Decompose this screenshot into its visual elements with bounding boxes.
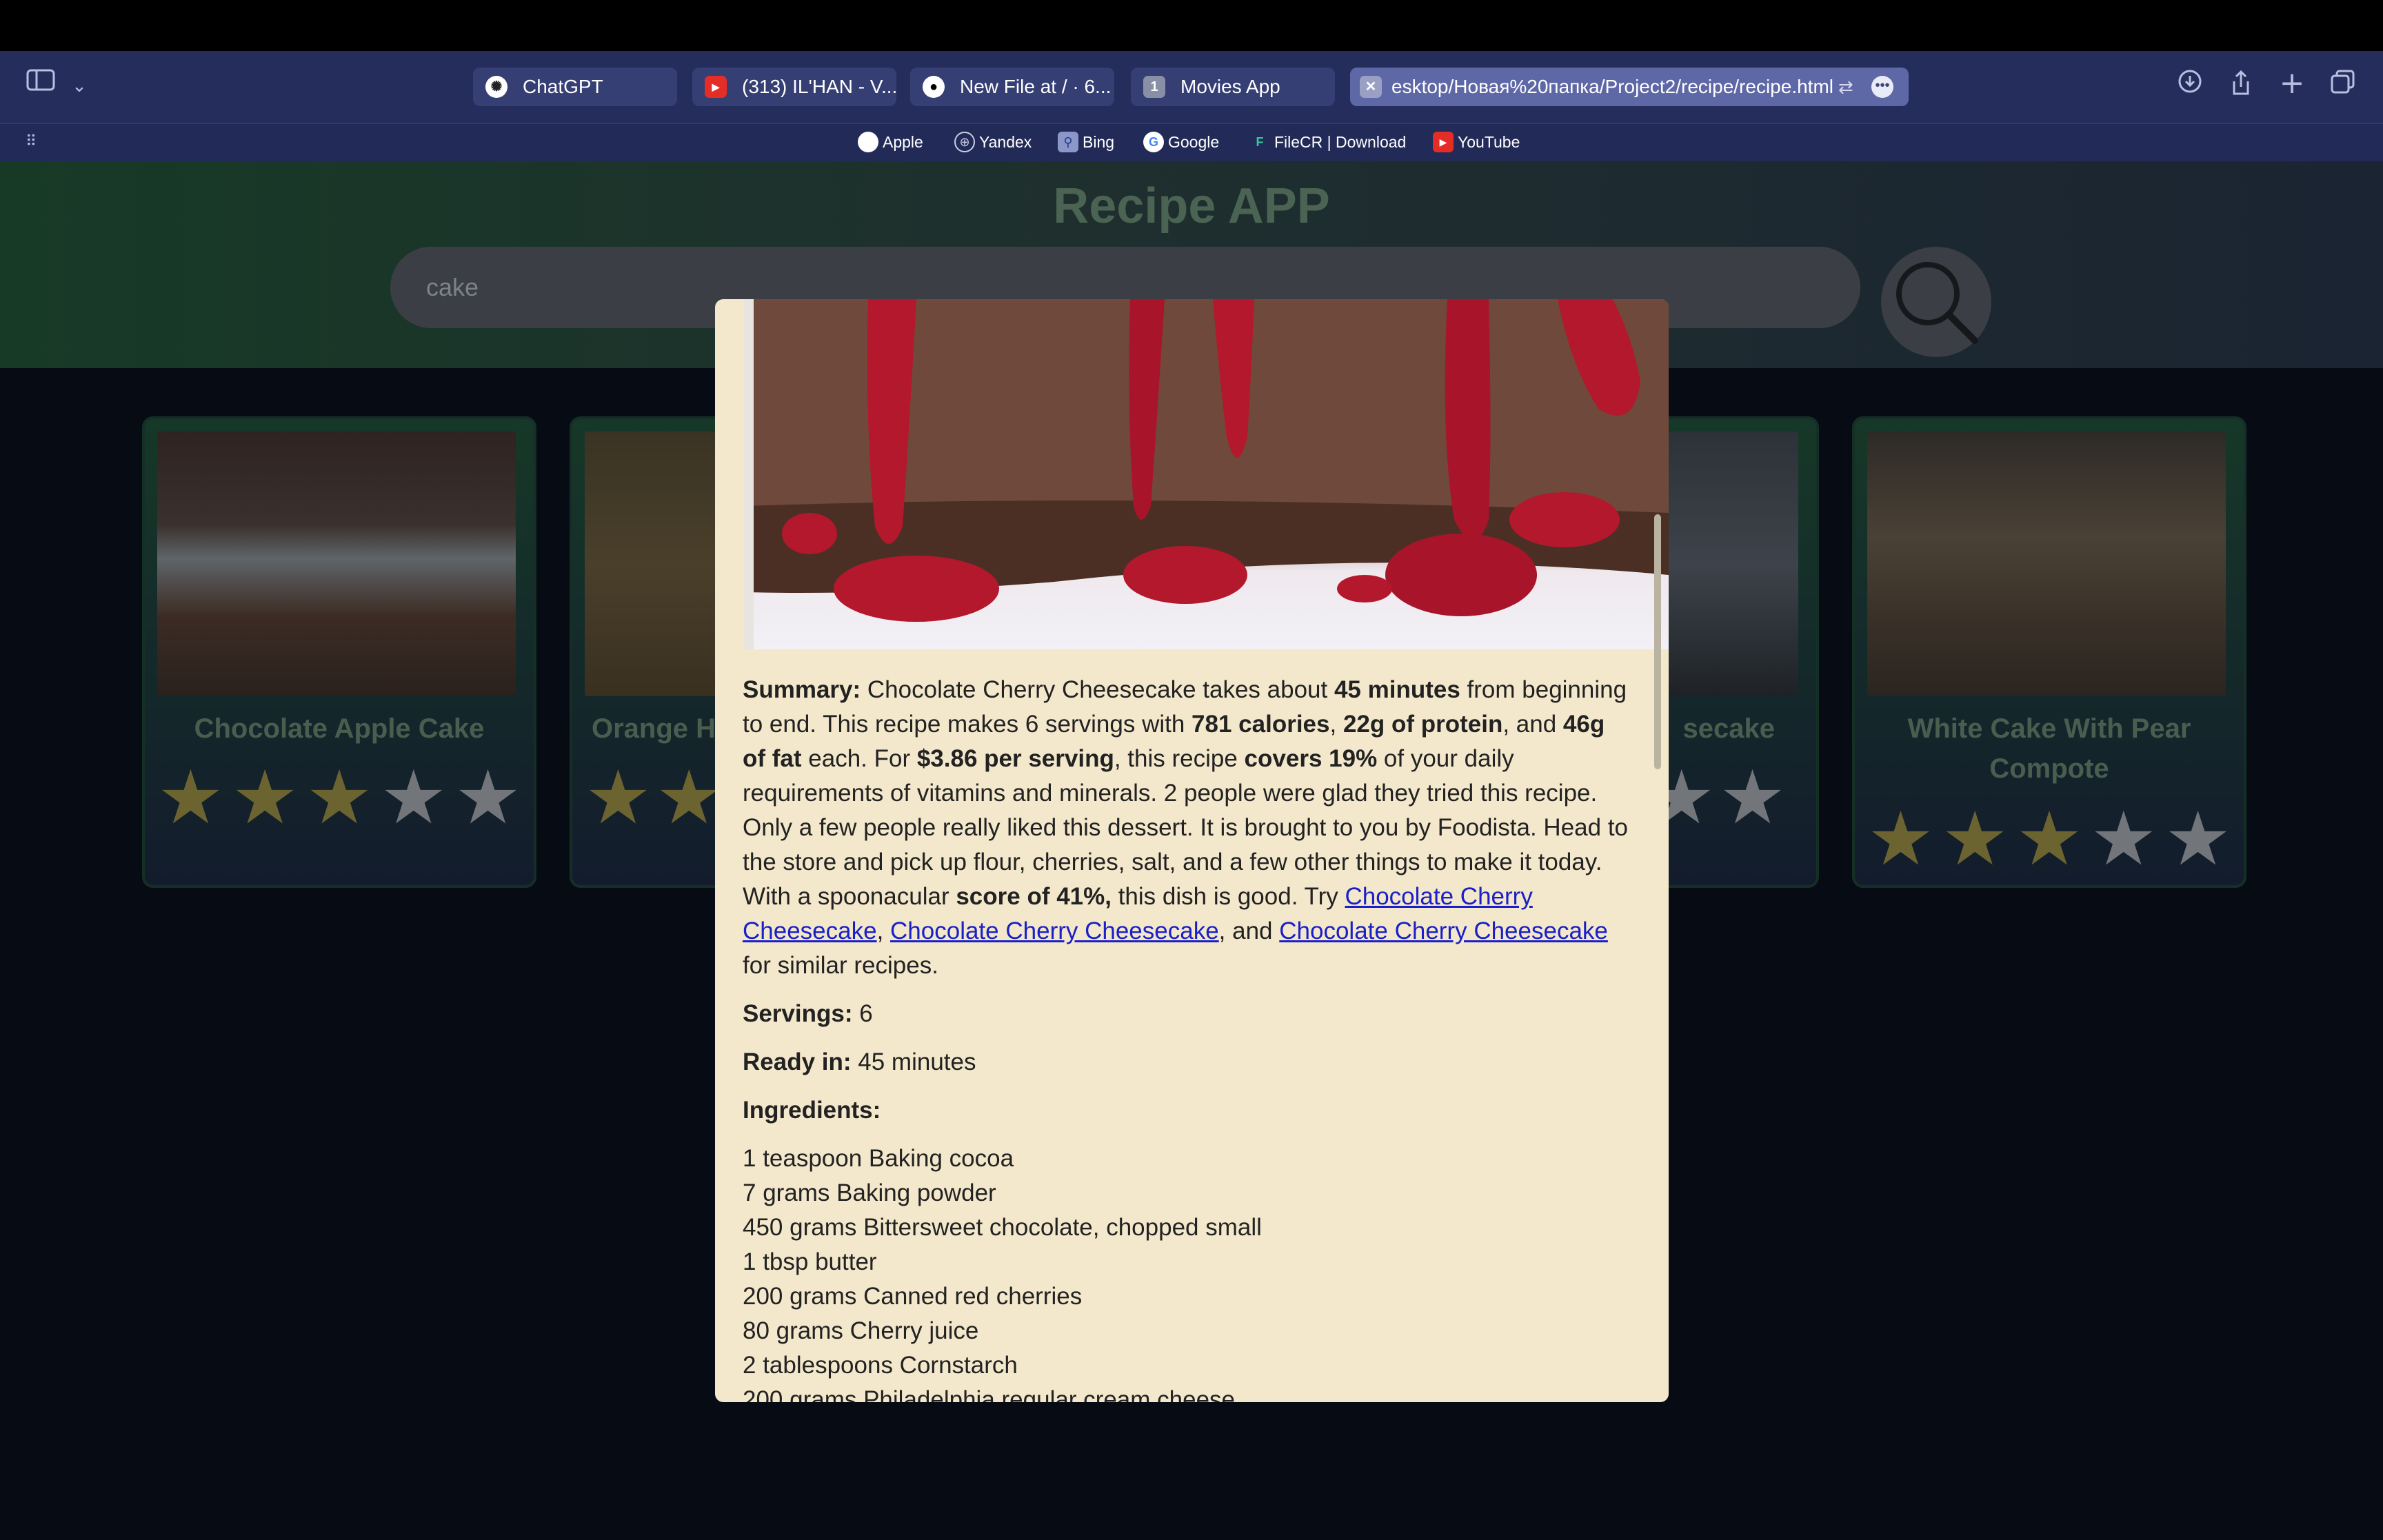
recipe-title: Chocolate Apple Cake <box>194 713 485 744</box>
star-icon: ★ <box>2015 796 2083 882</box>
recipe-details: Summary: Chocolate Cherry Cheesecake tak… <box>743 673 1632 1402</box>
share-icon[interactable] <box>2226 69 2256 106</box>
star-icon: ★ <box>1941 796 2009 882</box>
tab-chatgpt[interactable]: ✺ ChatGPT <box>473 68 677 106</box>
address-url[interactable]: esktop/Новая%20папка/Project2/recipe/rec… <box>1391 76 1833 97</box>
filecr-icon: F <box>1256 135 1264 149</box>
rating-stars: ★ ★ ★ ★ ★ <box>1867 802 2231 877</box>
screen-top-bar <box>0 0 2383 51</box>
new-tab-icon[interactable]: + <box>2277 66 2307 101</box>
close-icon[interactable]: ✕ <box>1360 76 1382 98</box>
recipe-image <box>1867 432 2226 696</box>
recipe-title: White Cake With Pear Compote <box>1907 713 2191 784</box>
summary-paragraph: Summary: Chocolate Cherry Cheesecake tak… <box>743 676 1629 979</box>
chatgpt-icon: ✺ <box>485 76 507 98</box>
tab-label: (313) IL'HAN - V... <box>742 76 896 97</box>
ingredients-list: 1 teaspoon Baking cocoa 7 grams Baking p… <box>743 1142 1632 1402</box>
google-icon: G <box>1143 132 1164 152</box>
bing-icon: ⚲ <box>1058 132 1078 152</box>
recipe-modal[interactable]: Summary: Chocolate Cherry Cheesecake tak… <box>715 299 1669 1402</box>
translate-icon[interactable]: ⇄ <box>1838 68 1853 106</box>
ingredient-item: 80 grams Cherry juice <box>743 1317 979 1344</box>
modal-scrollbar[interactable] <box>1654 514 1661 769</box>
ingredients-heading: Ingredients: <box>743 1097 881 1124</box>
star-icon: ★ <box>585 755 652 841</box>
cheesecake-image <box>744 299 1669 649</box>
search-icon <box>1896 262 1978 344</box>
servings-line: Servings: 6 <box>743 1000 873 1027</box>
ingredient-item: 1 tbsp butter <box>743 1248 877 1275</box>
recipe-photo <box>744 299 1669 649</box>
chevron-down-icon[interactable]: ⌄ <box>69 69 90 103</box>
bookmark-label: YouTube <box>1458 133 1520 151</box>
bookmark-filecr[interactable]: F FileCR | Download <box>1249 130 1407 154</box>
bookmark-apple[interactable]: Apple <box>858 130 923 154</box>
tab-label: New File at / · 6... <box>960 76 1112 97</box>
bookmark-yandex[interactable]: ⊕ Yandex <box>954 130 1032 154</box>
tab-movies-app[interactable]: 1 Movies App <box>1131 68 1335 106</box>
bookmark-label: FileCR | Download <box>1274 133 1407 151</box>
github-icon: ● <box>923 76 945 98</box>
similar-recipe-link-2[interactable]: Chocolate Cherry Cheesecake <box>890 918 1219 944</box>
tab-recipe-address[interactable]: ✕ esktop/Новая%20папка/Project2/recipe/r… <box>1350 68 1909 106</box>
star-icon: ★ <box>231 755 299 841</box>
bookmark-label: Apple <box>883 133 923 151</box>
ingredient-item: 200 grams Canned red cherries <box>743 1283 1083 1310</box>
star-icon: ★ <box>454 755 521 841</box>
youtube-icon: ▶ <box>705 76 727 98</box>
bookmark-youtube[interactable]: ▶ YouTube <box>1433 130 1520 154</box>
sidebar-toggle-icon[interactable] <box>26 68 57 102</box>
tab-label: ChatGPT <box>523 76 603 97</box>
ingredient-item: 200 grams Philadelphia regular cream che… <box>743 1386 1236 1402</box>
summary-label: Summary: <box>743 676 861 703</box>
apple-icon <box>858 132 878 152</box>
bookmark-google[interactable]: G Google <box>1143 130 1219 154</box>
star-icon: ★ <box>1719 755 1786 841</box>
tab-overview-icon[interactable] <box>2328 69 2358 105</box>
star-icon: ★ <box>2090 796 2158 882</box>
youtube-icon: ▶ <box>1433 132 1454 152</box>
recipe-card[interactable]: White Cake With Pear Compote ★ ★ ★ ★ ★ <box>1852 416 2246 888</box>
star-icon: ★ <box>1867 796 1934 882</box>
bookmark-label: Yandex <box>979 133 1032 151</box>
recipe-card[interactable]: Chocolate Apple Cake ★ ★ ★ ★ ★ <box>142 416 536 888</box>
star-icon: ★ <box>380 755 448 841</box>
ingredient-item: 2 tablespoons Cornstarch <box>743 1352 1018 1379</box>
search-button[interactable] <box>1881 247 1991 357</box>
bookmark-bing[interactable]: ⚲ Bing <box>1058 130 1114 154</box>
apps-grid-icon[interactable]: ⠿ <box>19 130 43 154</box>
similar-recipe-link-3[interactable]: Chocolate Cherry Cheesecake <box>1279 918 1608 944</box>
bookmark-label: Bing <box>1083 133 1115 151</box>
ready-in-line: Ready in: 45 minutes <box>743 1048 976 1075</box>
ingredient-item: 7 grams Baking powder <box>743 1179 996 1206</box>
number-one-icon: 1 <box>1143 76 1165 98</box>
ingredient-item: 450 grams Bittersweet chocolate, chopped… <box>743 1214 1262 1241</box>
star-icon: ★ <box>2164 796 2231 882</box>
rating-stars: ★ ★ ★ ★ ★ <box>157 761 521 835</box>
tab-github[interactable]: ● New File at / · 6... <box>910 68 1114 106</box>
tab-youtube[interactable]: ▶ (313) IL'HAN - V... <box>692 68 896 106</box>
star-icon: ★ <box>157 755 224 841</box>
bookmark-label: Google <box>1168 133 1220 151</box>
star-icon: ★ <box>655 755 723 841</box>
app-title: Recipe APP <box>1053 179 1330 234</box>
tab-label: Movies App <box>1180 76 1280 97</box>
more-options-icon[interactable]: ••• <box>1871 76 1893 98</box>
ingredient-item: 1 teaspoon Baking cocoa <box>743 1145 1014 1172</box>
download-icon[interactable] <box>2175 69 2205 103</box>
recipe-image <box>157 432 516 696</box>
globe-icon: ⊕ <box>954 132 975 152</box>
star-icon: ★ <box>305 755 373 841</box>
